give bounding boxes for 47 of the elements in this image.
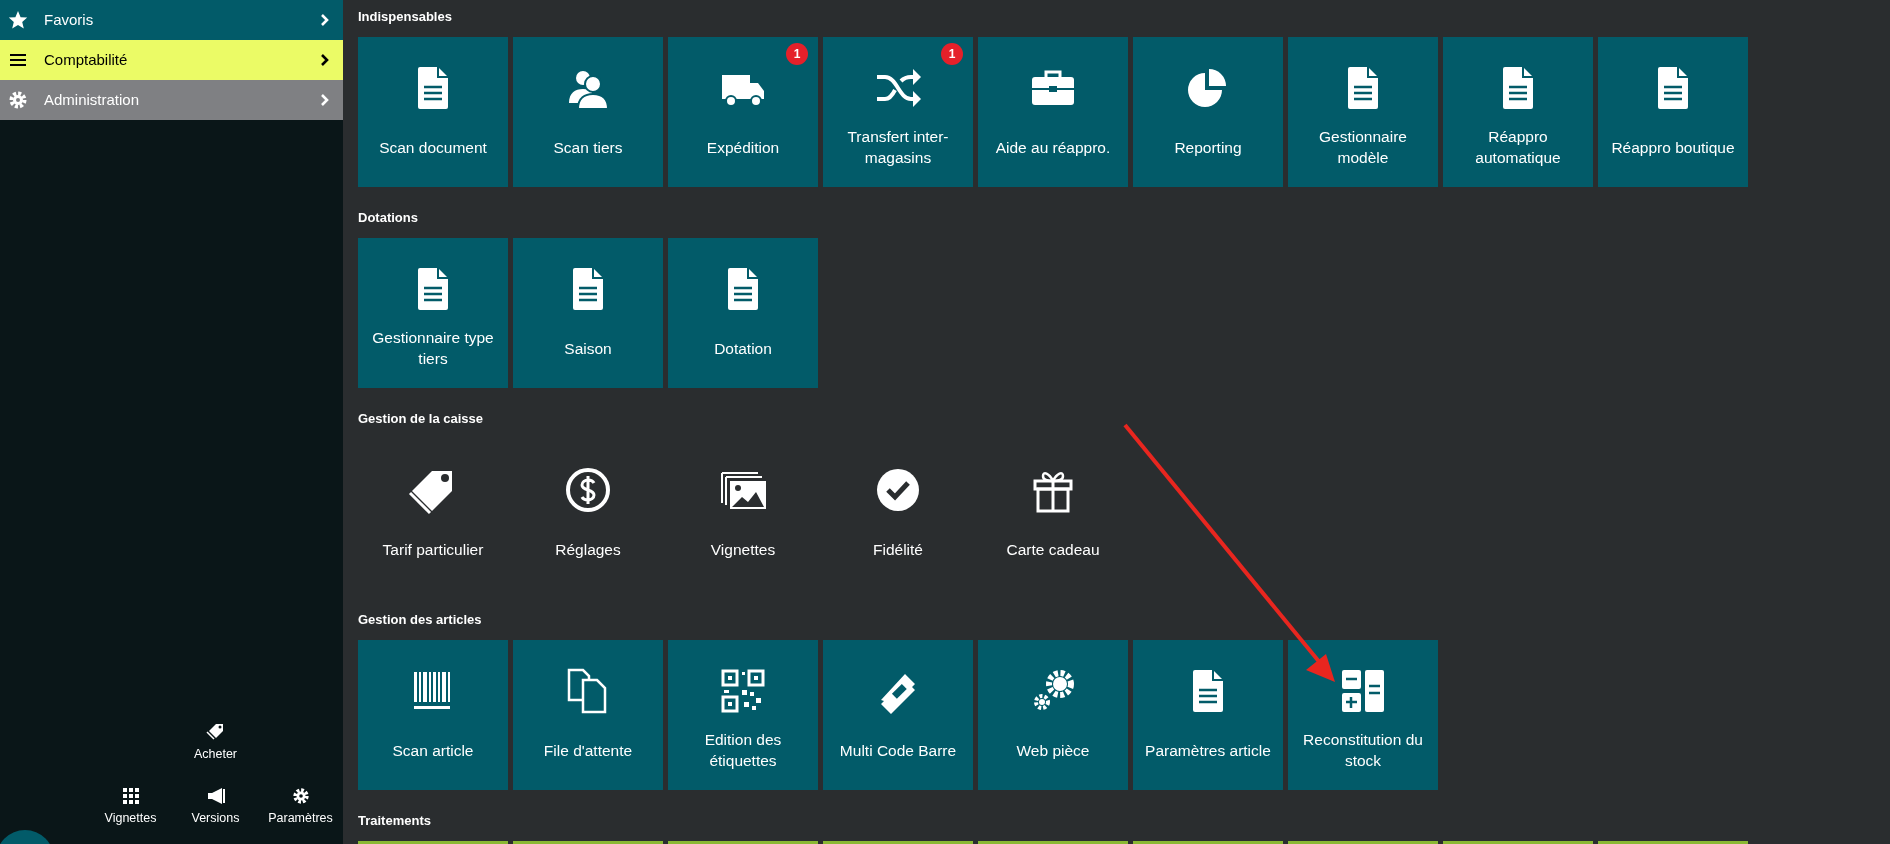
section-title: Dotations (358, 210, 419, 226)
tile-button[interactable]: Gestionnaire modèle (1288, 37, 1438, 187)
tile-button[interactable]: Vignettes (668, 439, 818, 589)
tile-button[interactable]: Scan document (358, 37, 508, 187)
gear-icon (8, 90, 28, 110)
tile-button[interactable]: Saison (513, 238, 663, 388)
tile-button[interactable]: Tarif particulier (358, 439, 508, 589)
tile-button[interactable]: Edition des étiquettes (668, 640, 818, 790)
tile-button[interactable]: Multi Code Barre (823, 640, 973, 790)
menu-item[interactable]: Comptabilité (0, 40, 343, 80)
tile-button[interactable]: Réappro automatique (1443, 37, 1593, 187)
section-title: Gestion de la caisse (358, 411, 484, 427)
footer-button[interactable]: Versions (173, 787, 258, 828)
star-icon (8, 10, 28, 30)
tile-button[interactable]: Aide au réappro. (978, 37, 1128, 187)
tile-button[interactable]: Carte cadeau (978, 439, 1128, 589)
tile-button[interactable]: Reconstitution du stock (1288, 640, 1438, 790)
tile-button[interactable]: Dotation (668, 238, 818, 388)
notification-badge: 1 (941, 43, 963, 65)
tile-button[interactable]: Transfert inter-magasins 1 (823, 37, 973, 187)
tile-button[interactable]: Web pièce (978, 640, 1128, 790)
tile-button[interactable]: Réglages (513, 439, 663, 589)
gear-icon (291, 787, 310, 806)
tile-button[interactable]: Scan tiers (513, 37, 663, 187)
tile-button[interactable]: Paramètres article (1133, 640, 1283, 790)
tile-button[interactable]: File d'attente (513, 640, 663, 790)
megaphone-icon (205, 787, 226, 806)
grid-icon (121, 787, 140, 806)
tile-button[interactable]: Gestionnaire type tiers (358, 238, 508, 388)
footer-button[interactable]: Paramètres (258, 787, 343, 828)
dollar-coin-icon (563, 465, 613, 515)
chevron-right-icon (319, 93, 331, 107)
tile-button[interactable]: Fidélité (823, 439, 973, 589)
chevron-right-icon (319, 13, 331, 27)
tile-button[interactable]: Réappro boutique (1598, 37, 1748, 187)
section-title: Traitements (358, 813, 432, 829)
notification-badge: 1 (786, 43, 808, 65)
chevron-right-icon (319, 53, 331, 67)
section-title: Gestion des articles (358, 612, 483, 628)
menu-item[interactable]: Administration (0, 80, 343, 120)
menu-item[interactable]: Favoris (0, 0, 343, 40)
tile-button[interactable]: Expédition 1 (668, 37, 818, 187)
tile-button[interactable]: Scan article (358, 640, 508, 790)
section-title: Indispensables (358, 9, 453, 25)
tile-button[interactable]: Reporting (1133, 37, 1283, 187)
shortcut-button[interactable]: Acheter (175, 720, 256, 764)
footer-button[interactable]: Vignettes (88, 787, 173, 828)
